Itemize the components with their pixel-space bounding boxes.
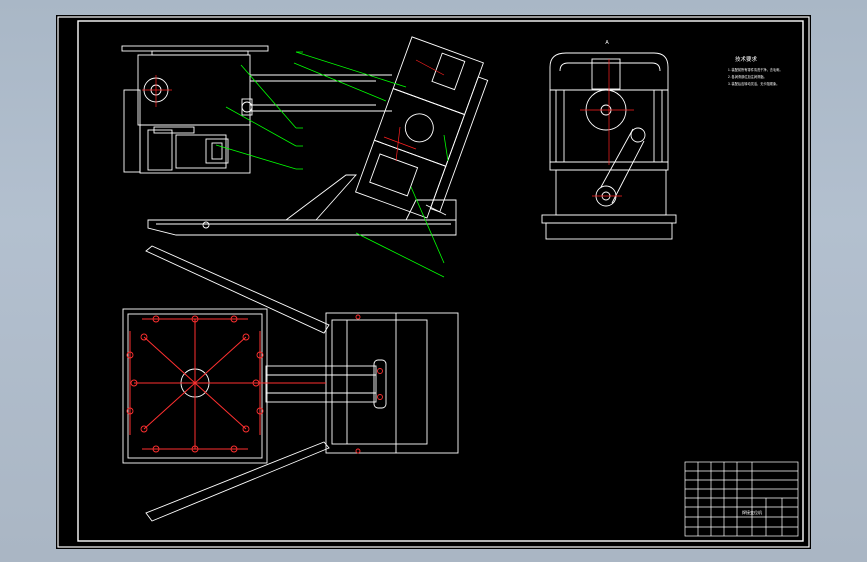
- drawing-sheet: A 技术要求 1. 装配前所有零件清洗干净，去毛刺。 2. 各润滑部位加注润滑脂…: [56, 15, 811, 549]
- tech-req-line-1: 1. 装配前所有零件清洗干净，去毛刺。: [728, 67, 783, 72]
- tech-req-line-2: 2. 各润滑部位加注润滑脂。: [728, 74, 767, 79]
- tech-req-title: 技术要求: [735, 55, 758, 63]
- cad-viewport[interactable]: A 技术要求 1. 装配前所有零件清洗干净，去毛刺。 2. 各润滑部位加注润滑脂…: [0, 0, 867, 562]
- tech-req-line-3: 3. 装配后应转动灵活，无卡阻现象。: [728, 81, 779, 86]
- title-block-drawing-title: 焊接变位机: [742, 509, 762, 515]
